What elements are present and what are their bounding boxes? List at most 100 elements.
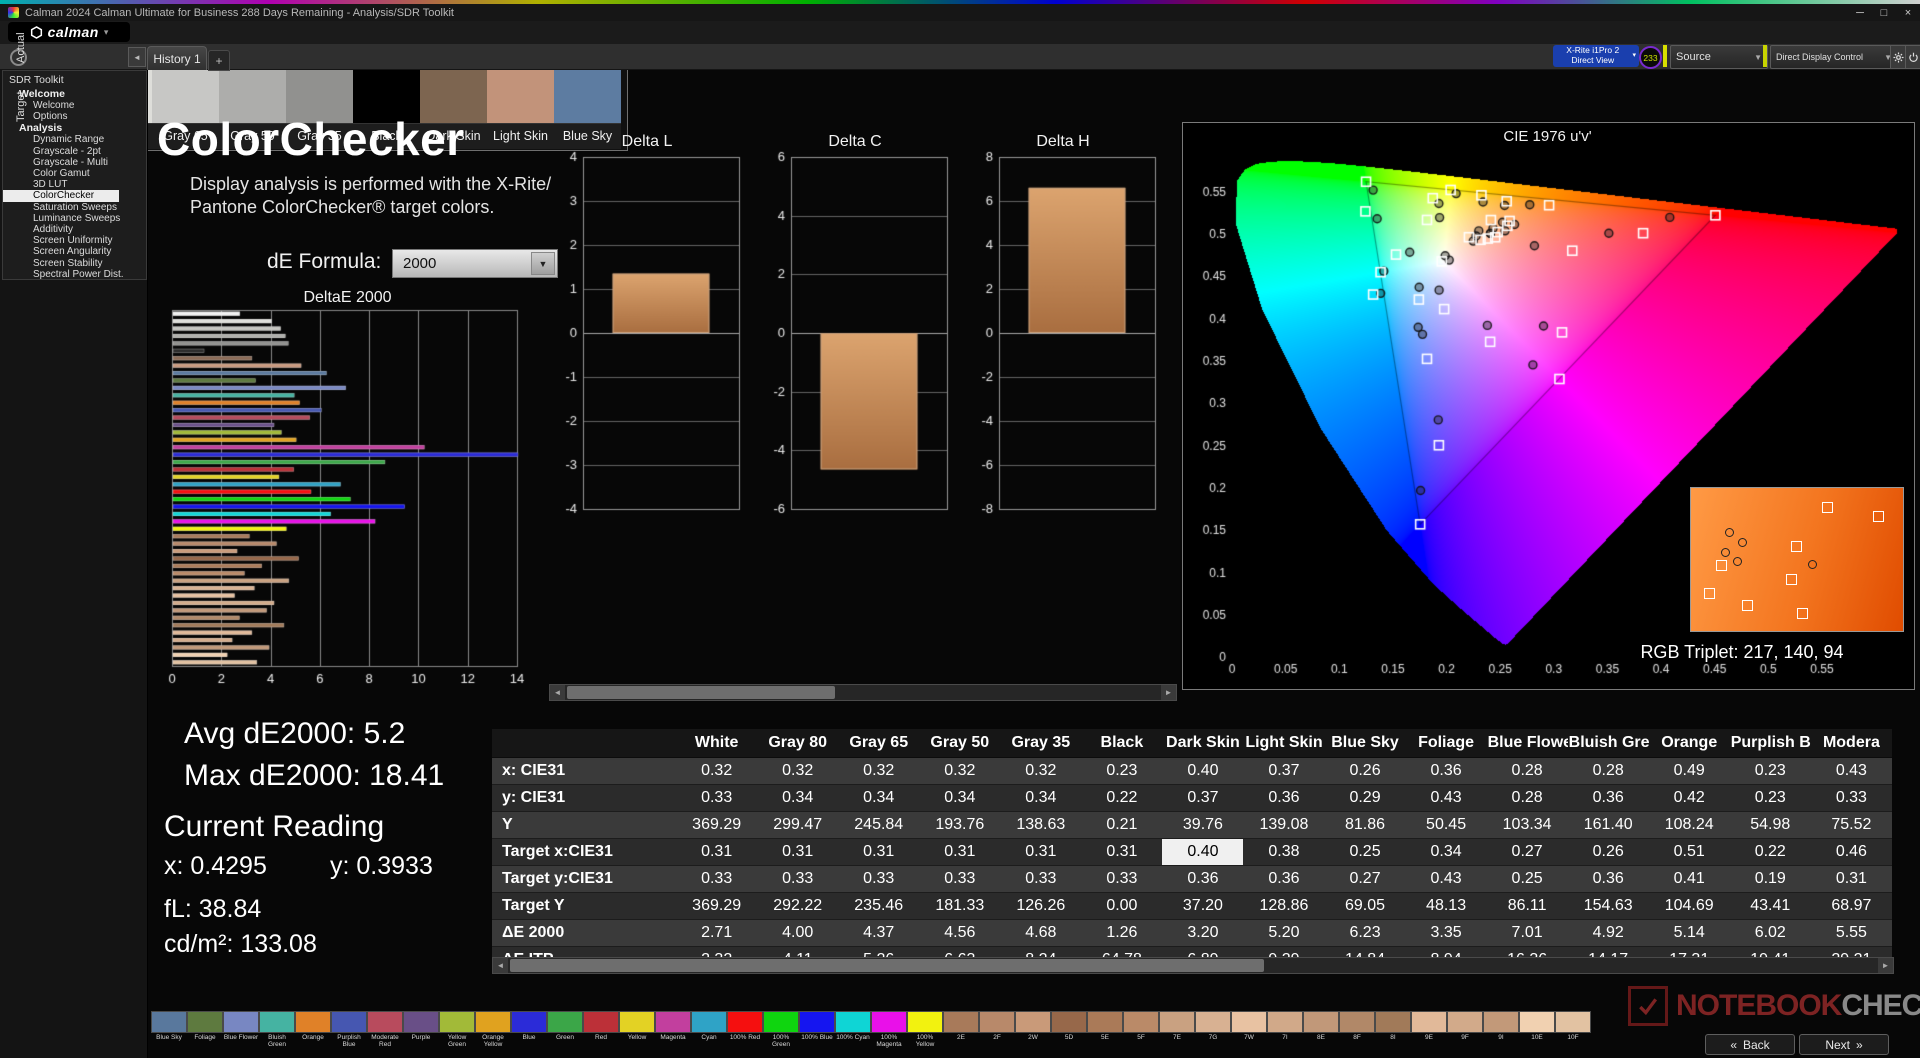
strip-patch-orange[interactable]: Orange xyxy=(295,1011,331,1048)
back-label: Back xyxy=(1743,1037,1770,1052)
row-label: Target Y xyxy=(492,892,677,920)
strip-patch-100-green[interactable]: 100% Green xyxy=(763,1011,799,1048)
strip-patch-100-cyan[interactable]: 100% Cyan xyxy=(835,1011,871,1048)
strip-patch-magenta[interactable]: Magenta xyxy=(655,1011,691,1048)
add-tab-button[interactable]: + xyxy=(208,50,230,71)
strip-patch-2f[interactable]: 2F xyxy=(979,1011,1015,1048)
strip-patch-5d[interactable]: 5D xyxy=(1051,1011,1087,1048)
strip-patch-8f[interactable]: 8F xyxy=(1339,1011,1375,1048)
strip-patch-bluish-green[interactable]: Bluish Green xyxy=(259,1011,295,1048)
swatch-scroll-thumb[interactable] xyxy=(567,686,836,699)
sidebar-item-screen-stability[interactable]: Screen Stability xyxy=(3,258,146,269)
sidebar-item-color-gamut[interactable]: Color Gamut xyxy=(3,168,146,179)
strip-patch-label: 5E xyxy=(1101,1034,1109,1041)
power-button[interactable] xyxy=(1905,45,1920,69)
source-dropdown[interactable]: Source ▼ xyxy=(1670,45,1768,69)
table-scrollbar[interactable]: ◄ ► xyxy=(492,957,1894,974)
sidebar-item-screen-angularity[interactable]: Screen Angularity xyxy=(3,246,146,257)
table-cell: 0.25 xyxy=(1486,865,1568,893)
table-cell: 0.31 xyxy=(757,838,839,866)
strip-patch-purple[interactable]: Purple xyxy=(403,1011,439,1048)
strip-patch-color xyxy=(1303,1011,1339,1033)
strip-patch-8i[interactable]: 8I xyxy=(1375,1011,1411,1048)
display-control-dropdown[interactable]: Direct Display Control ▼ xyxy=(1770,45,1898,69)
strip-patch-2e[interactable]: 2E xyxy=(943,1011,979,1048)
table-cell: 369.29 xyxy=(676,892,758,920)
strip-patch-orange-yellow[interactable]: Orange Yellow xyxy=(475,1011,511,1048)
highlighted-cell[interactable]: 0.40 xyxy=(1162,838,1244,866)
strip-patch-7w[interactable]: 7W xyxy=(1231,1011,1267,1048)
strip-patch-10e[interactable]: 10E xyxy=(1519,1011,1555,1048)
de-formula-dropdown[interactable]: 2000 ▼ xyxy=(392,249,558,278)
strip-patch-10f[interactable]: 10F xyxy=(1555,1011,1591,1048)
strip-patch-7g[interactable]: 7G xyxy=(1195,1011,1231,1048)
table-col-gray-35: Gray 35 xyxy=(1000,729,1082,758)
table-scroll-thumb[interactable] xyxy=(510,959,1264,972)
sidebar-item-spectral-power-dist[interactable]: Spectral Power Dist. xyxy=(3,269,146,280)
scroll-right-icon[interactable]: ► xyxy=(1161,685,1176,700)
strip-patch-100-red[interactable]: 100% Red xyxy=(727,1011,763,1048)
strip-patch-5f[interactable]: 5F xyxy=(1123,1011,1159,1048)
sidebar-item-grayscale-multi[interactable]: Grayscale - Multi xyxy=(3,157,146,168)
minimize-button[interactable]: ─ xyxy=(1848,7,1872,19)
meter-selector-button[interactable]: X-Rite i1Pro 2 Direct View ▾ xyxy=(1553,45,1639,67)
strip-patch-100-blue[interactable]: 100% Blue xyxy=(799,1011,835,1048)
strip-patch-blue-sky[interactable]: Blue Sky xyxy=(151,1011,187,1048)
sidebar-item-dynamic-range[interactable]: Dynamic Range xyxy=(3,134,146,145)
strip-patch-5e[interactable]: 5E xyxy=(1087,1011,1123,1048)
table-scroll-left-icon[interactable]: ◄ xyxy=(493,958,508,973)
table-row-y-cie31: y: CIE31 0.33 0.34 0.34 0.34 0.34 0.22 0.37 0.36… xyxy=(492,784,1892,812)
table-scroll-right-icon[interactable]: ► xyxy=(1878,958,1893,973)
strip-patch-color xyxy=(511,1011,547,1033)
swatch-scroll-track[interactable] xyxy=(565,685,1161,700)
sidebar-item-grayscale-2pt[interactable]: Grayscale - 2pt xyxy=(3,146,146,157)
rgb-triplet-readout: RGB Triplet: 217, 140, 94 xyxy=(1640,642,1844,662)
maximize-button[interactable]: □ xyxy=(1872,7,1896,19)
strip-patch-100-magenta[interactable]: 100% Magenta xyxy=(871,1011,907,1048)
sidebar-item-screen-uniformity[interactable]: Screen Uniformity xyxy=(3,235,146,246)
strip-patch-foliage[interactable]: Foliage xyxy=(187,1011,223,1048)
strip-patch-moderate-red[interactable]: Moderate Red xyxy=(367,1011,403,1048)
strip-patch-label: 9F xyxy=(1461,1034,1469,1041)
table-scroll-track[interactable] xyxy=(508,958,1878,973)
strip-patch-2w[interactable]: 2W xyxy=(1015,1011,1051,1048)
strip-patch-blue-flower[interactable]: Blue Flower xyxy=(223,1011,259,1048)
strip-patch-purplish-blue[interactable]: Purplish Blue xyxy=(331,1011,367,1048)
strip-patch-9e[interactable]: 9E xyxy=(1411,1011,1447,1048)
strip-patch-label: 7W xyxy=(1244,1034,1254,1041)
table-cell: 81.86 xyxy=(1324,811,1406,839)
sidebar-item-additivity[interactable]: Additivity xyxy=(3,224,146,235)
table-col-black: Black xyxy=(1081,729,1163,758)
sidebar-item-saturation-sweeps[interactable]: Saturation Sweeps xyxy=(3,202,146,213)
table-cell: 6.02 xyxy=(1729,919,1811,947)
next-button[interactable]: Next » xyxy=(1799,1034,1889,1055)
close-button[interactable]: × xyxy=(1896,7,1920,19)
strip-patch-red[interactable]: Red xyxy=(583,1011,619,1048)
settings-button[interactable] xyxy=(1890,45,1906,69)
sidebar-item-luminance-sweeps[interactable]: Luminance Sweeps xyxy=(3,213,146,224)
strip-patch-9i[interactable]: 9I xyxy=(1483,1011,1519,1048)
strip-patch-9f[interactable]: 9F xyxy=(1447,1011,1483,1048)
strip-patch-label: 2W xyxy=(1028,1034,1038,1041)
strip-patch-blue[interactable]: Blue xyxy=(511,1011,547,1048)
back-button[interactable]: « Back xyxy=(1705,1034,1795,1055)
scroll-left-icon[interactable]: ◄ xyxy=(550,685,565,700)
strip-patch-green[interactable]: Green xyxy=(547,1011,583,1048)
strip-patch-7i[interactable]: 7I xyxy=(1267,1011,1303,1048)
strip-patch-8e[interactable]: 8E xyxy=(1303,1011,1339,1048)
tab-history-1[interactable]: History 1 xyxy=(147,46,207,70)
table-cell: 4.00 xyxy=(757,919,839,947)
swatch-scrollbar[interactable]: ◄ ► xyxy=(549,684,1177,701)
strip-patch-cyan[interactable]: Cyan xyxy=(691,1011,727,1048)
sidebar-item-3d-lut[interactable]: 3D LUT xyxy=(3,179,146,190)
sidebar-item-colorchecker[interactable]: ColorChecker xyxy=(3,190,119,202)
sidebar-collapse-button[interactable]: ◄ xyxy=(128,47,146,67)
strip-patch-yellow[interactable]: Yellow xyxy=(619,1011,655,1048)
sidebar-section-analysis[interactable]: Analysis xyxy=(3,122,146,134)
strip-patch-label: Foliage xyxy=(194,1034,216,1041)
strip-patch-yellow-green[interactable]: Yellow Green xyxy=(439,1011,475,1048)
strip-patch-7e[interactable]: 7E xyxy=(1159,1011,1195,1048)
strip-patch-100-yellow[interactable]: 100% Yellow xyxy=(907,1011,943,1048)
meter-count-badge[interactable]: 233 xyxy=(1639,46,1662,69)
table-col-purplish-blue: Purplish Blue xyxy=(1729,729,1811,758)
